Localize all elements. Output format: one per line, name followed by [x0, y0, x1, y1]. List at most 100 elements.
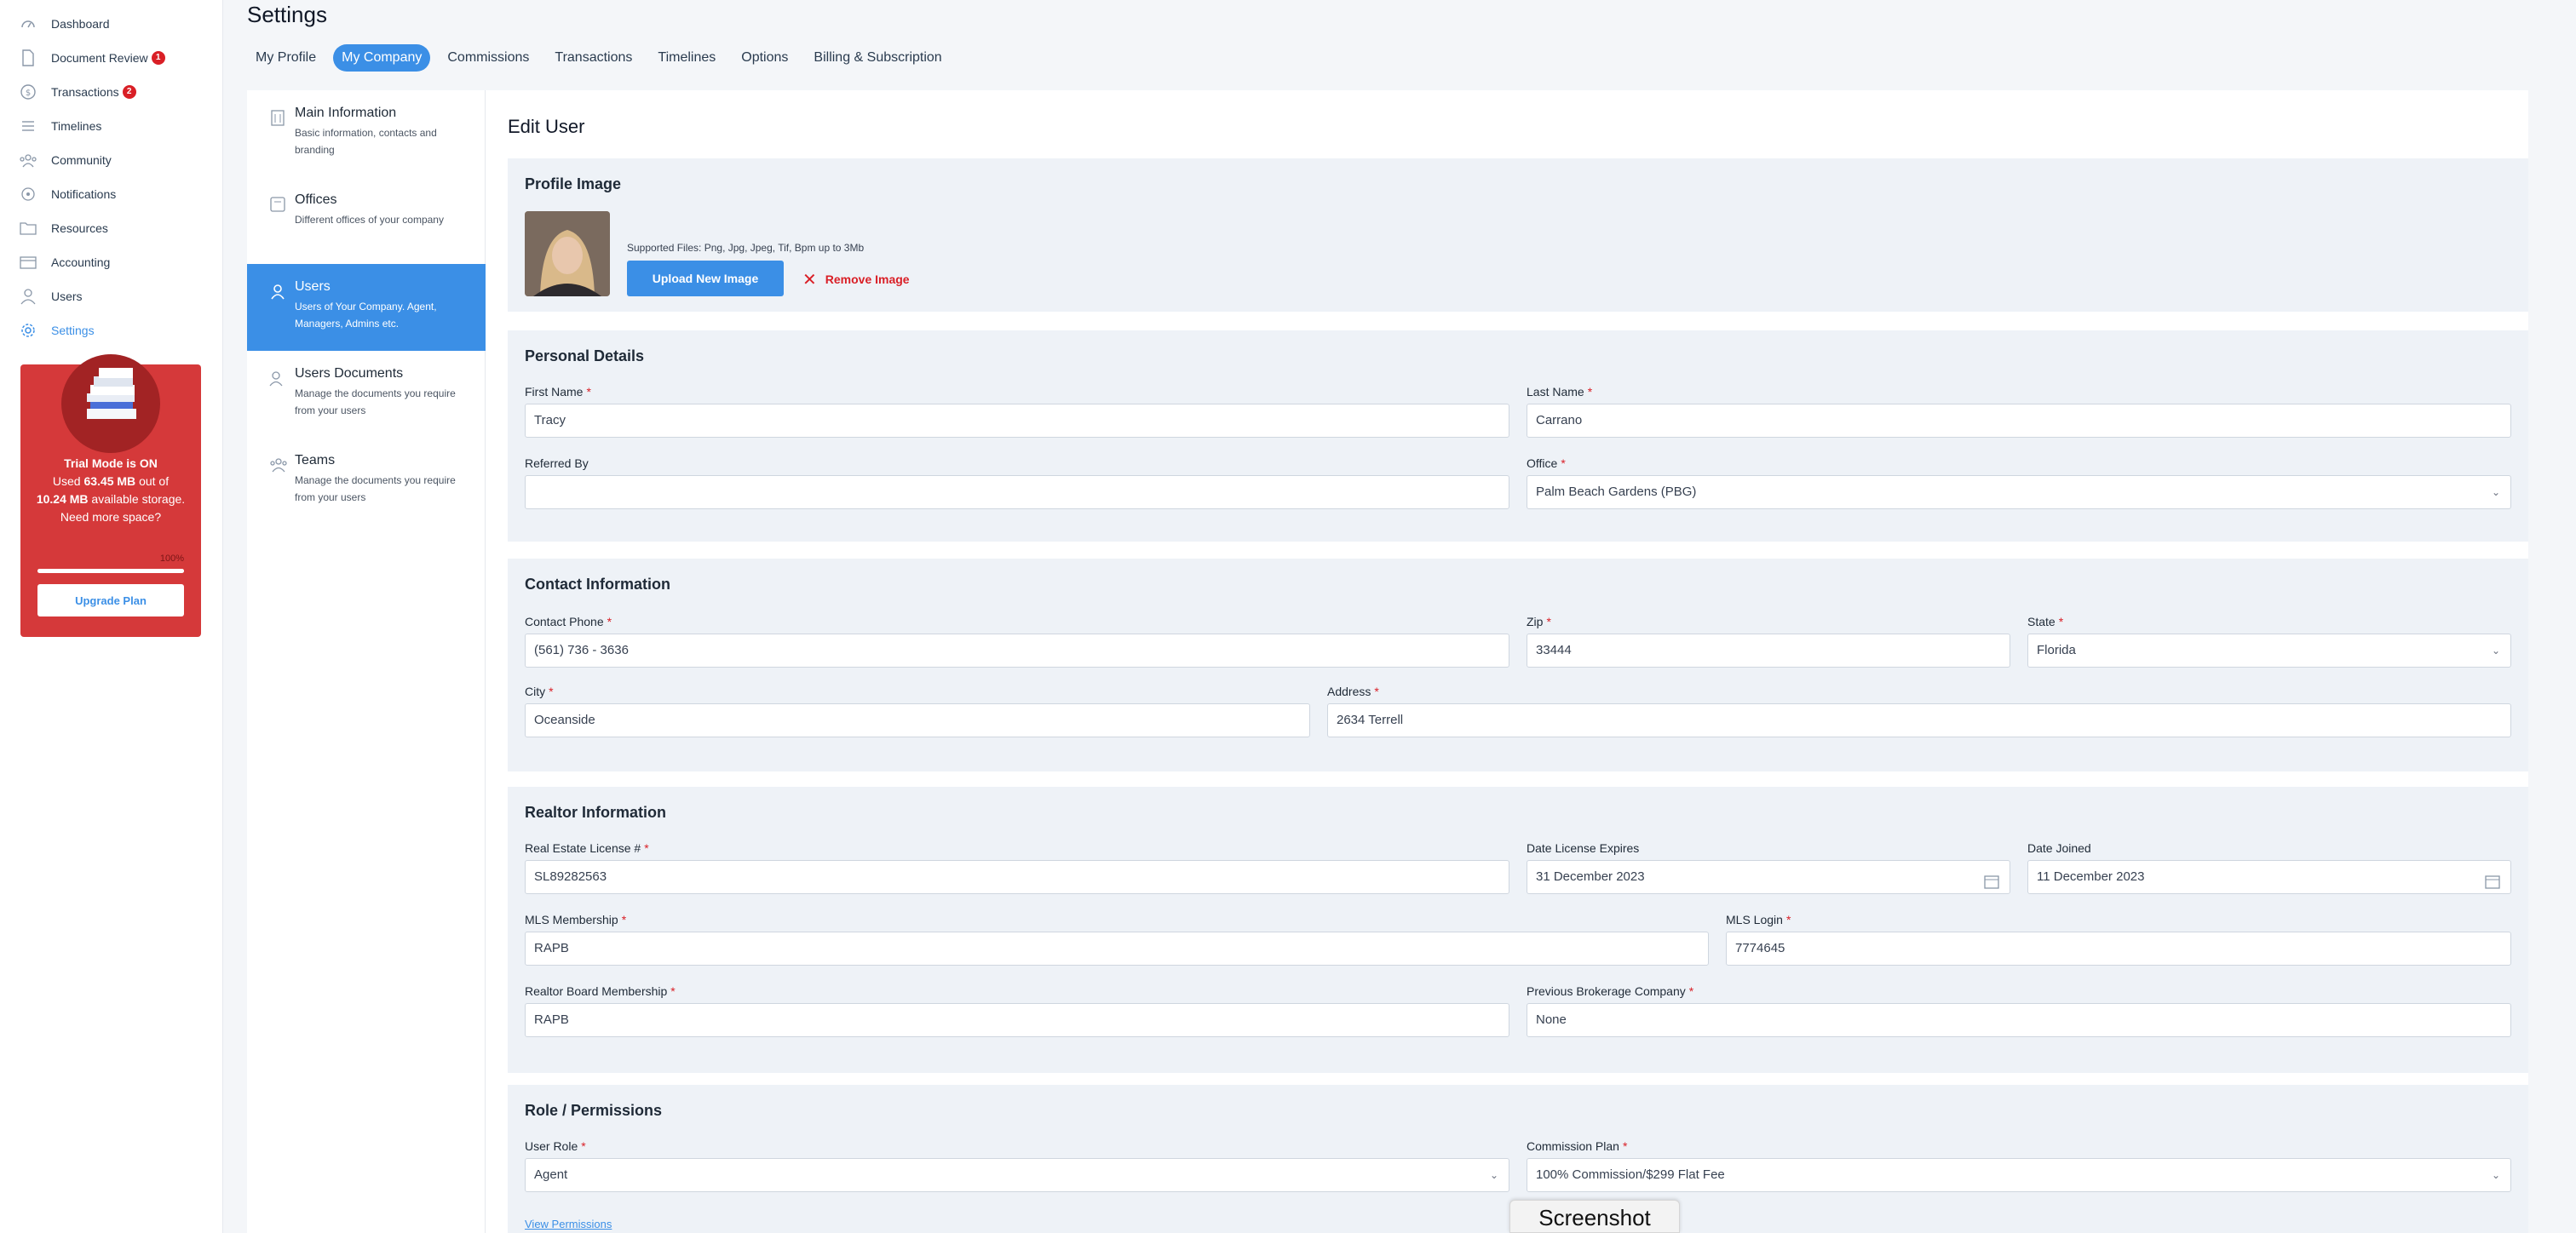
date-joined-date[interactable]: 11 December 2023: [2027, 860, 2511, 894]
subnav-desc: Manage the documents you require from yo…: [295, 387, 456, 416]
timeline-icon: [19, 117, 37, 135]
state-select[interactable]: Florida ⌄: [2027, 634, 2511, 668]
subnav-desc: Different offices of your company: [295, 214, 444, 226]
user-icon: [19, 287, 37, 306]
previous-brokerage-field[interactable]: None: [1527, 1003, 2511, 1037]
document-icon: [19, 49, 37, 67]
tab-transactions[interactable]: Transactions: [546, 44, 641, 72]
board-membership-label: Realtor Board Membership *: [525, 984, 676, 998]
tab-commissions[interactable]: Commissions: [439, 44, 538, 72]
screenshot-tooltip: Screenshot: [1509, 1200, 1680, 1233]
supported-files-text: Supported Files: Png, Jpg, Jpeg, Tif, Bp…: [627, 242, 865, 254]
contact-phone-label: Contact Phone *: [525, 615, 612, 628]
subnav-item-offices[interactable]: Offices Different offices of your compan…: [247, 177, 486, 264]
subnav-item-main-information[interactable]: Main Information Basic information, cont…: [247, 90, 486, 177]
subnav-title: Users Documents: [295, 366, 404, 381]
board-membership-field[interactable]: RAPB: [525, 1003, 1509, 1037]
personal-details-section: Personal Details First Name * Tracy Last …: [508, 330, 2528, 542]
first-name-field[interactable]: Tracy: [525, 404, 1509, 438]
tab-timelines[interactable]: Timelines: [649, 44, 724, 72]
subnav-item-teams[interactable]: Teams Manage the documents you require f…: [247, 438, 486, 525]
settings-panel: Main Information Basic information, cont…: [247, 90, 2528, 1233]
last-name-field[interactable]: Carrano: [1527, 404, 2511, 438]
sidebar-item-resources[interactable]: Resources: [19, 215, 108, 241]
referred-by-field[interactable]: [525, 475, 1509, 509]
office-icon: [269, 196, 286, 213]
upgrade-plan-button[interactable]: Upgrade Plan: [37, 584, 184, 616]
zip-label: Zip *: [1527, 615, 1551, 628]
commission-plan-select[interactable]: 100% Commission/$299 Flat Fee ⌄: [1527, 1158, 2511, 1192]
user-badge-icon: [269, 283, 286, 300]
subnav-title: Main Information: [295, 106, 397, 120]
license-label: Real Estate License # *: [525, 841, 649, 855]
address-field[interactable]: 2634 Terrell: [1327, 703, 2511, 737]
sidebar-item-dashboard[interactable]: Dashboard: [19, 11, 110, 37]
storage-percent: 100%: [159, 553, 184, 564]
sidebar-item-community[interactable]: Community: [19, 147, 112, 173]
subnav-desc: Basic information, contacts and branding: [295, 127, 437, 156]
company-subnav: Main Information Basic information, cont…: [247, 90, 486, 1233]
date-joined-label: Date Joined: [2027, 841, 2091, 855]
subnav-title: Offices: [295, 192, 337, 207]
mls-membership-label: MLS Membership *: [525, 913, 627, 926]
sidebar-item-label: Document Review: [51, 51, 148, 65]
label-text: Last Name: [1527, 385, 1584, 399]
sidebar-item-notifications[interactable]: Notifications: [19, 181, 116, 207]
team-icon: [269, 456, 287, 473]
sidebar-item-timelines[interactable]: Timelines: [19, 113, 101, 139]
mls-membership-field[interactable]: RAPB: [525, 932, 1709, 966]
tab-my-company[interactable]: My Company: [333, 44, 431, 72]
form-title: Edit User: [508, 116, 585, 137]
upload-image-button[interactable]: Upload New Image: [627, 261, 784, 296]
sidebar-item-settings[interactable]: Settings: [19, 318, 95, 343]
trial-status: Trial Mode is ON: [64, 456, 158, 470]
label-text: Realtor Board Membership: [525, 984, 668, 998]
trial-card: Trial Mode is ON Used 63.45 MB out of 10…: [20, 354, 201, 637]
label-text: First Name: [525, 385, 584, 399]
count-badge: 2: [122, 85, 136, 99]
referred-by-label: Referred By: [525, 456, 589, 470]
label-text: User Role: [525, 1139, 578, 1153]
mls-login-field[interactable]: 7774645: [1726, 932, 2511, 966]
contact-phone-field[interactable]: (561) 736 - 3636: [525, 634, 1509, 668]
label-text: Contact Phone: [525, 615, 604, 628]
settings-tabs: My Profile My Company Commissions Transa…: [247, 44, 959, 72]
subnav-item-users-documents[interactable]: Users Documents Manage the documents you…: [247, 351, 486, 438]
city-field[interactable]: Oceanside: [525, 703, 1310, 737]
zip-field[interactable]: 33444: [1527, 634, 2010, 668]
sidebar: Dashboard Document Review 1 $ Transactio…: [0, 0, 223, 1233]
remove-image-button[interactable]: ✕ Remove Image: [802, 269, 910, 290]
tab-options[interactable]: Options: [733, 44, 796, 72]
section-title: Profile Image: [525, 175, 622, 192]
subnav-title: Users: [295, 279, 331, 294]
subnav-desc: Users of Your Company. Agent, Managers, …: [295, 301, 437, 330]
profile-image-section: Profile Image Supported Files: Png, Jpg,…: [508, 158, 2528, 312]
section-title: Realtor Information: [525, 804, 667, 821]
user-role-label: User Role *: [525, 1139, 586, 1153]
storage-progress-bar: [37, 569, 184, 573]
label-text: Real Estate License #: [525, 841, 641, 855]
sidebar-item-accounting[interactable]: Accounting: [19, 249, 110, 275]
chevron-down-icon: ⌄: [2491, 486, 2500, 498]
subnav-item-users[interactable]: Users Users of Your Company. Agent, Mana…: [247, 264, 486, 351]
license-expires-date[interactable]: 31 December 2023: [1527, 860, 2010, 894]
close-icon: ✕: [802, 270, 817, 290]
label-text: Office: [1527, 456, 1558, 470]
user-role-select[interactable]: Agent ⌄: [525, 1158, 1509, 1192]
sidebar-item-users[interactable]: Users: [19, 284, 83, 309]
sidebar-item-label: Notifications: [51, 187, 117, 201]
sidebar-item-label: Accounting: [51, 255, 111, 269]
storage-progress-fill: [37, 569, 184, 573]
license-field[interactable]: SL89282563: [525, 860, 1509, 894]
office-select[interactable]: Palm Beach Gardens (PBG) ⌄: [1527, 475, 2511, 509]
chevron-down-icon: ⌄: [2491, 1169, 2500, 1181]
view-permissions-link[interactable]: View Permissions: [525, 1218, 612, 1230]
chevron-down-icon: ⌄: [2491, 645, 2500, 657]
tab-my-profile[interactable]: My Profile: [247, 44, 325, 72]
state-value: Florida: [2037, 643, 2076, 657]
tab-billing-subscription[interactable]: Billing & Subscription: [805, 44, 950, 72]
sidebar-item-document-review[interactable]: Document Review 1: [19, 45, 165, 71]
count-badge: 1: [151, 51, 165, 65]
sidebar-item-transactions[interactable]: $ Transactions 2: [19, 79, 136, 105]
building-icon: [269, 109, 286, 126]
